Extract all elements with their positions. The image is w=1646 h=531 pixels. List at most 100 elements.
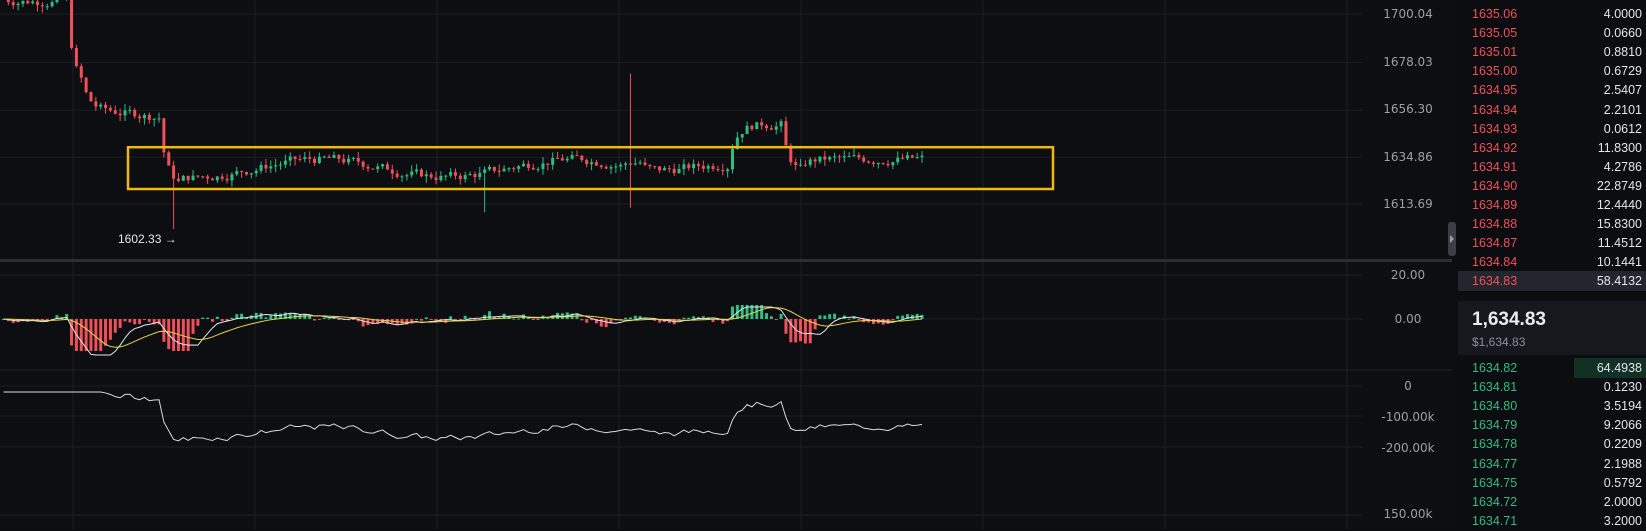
bid-quantity: 64.4938: [1596, 361, 1642, 375]
bid-row[interactable]: 1634.77 2.1988: [1458, 454, 1646, 474]
candle-body: [400, 176, 404, 178]
candle-body: [172, 165, 176, 179]
bid-row[interactable]: 1634.80 3.5194: [1458, 396, 1646, 416]
candle-body: [444, 175, 448, 177]
candle-body: [133, 109, 137, 117]
candle-body: [351, 157, 355, 159]
candle-body: [483, 169, 487, 173]
candle-body: [303, 157, 307, 160]
candle-body: [264, 164, 268, 169]
candle-body: [249, 173, 253, 175]
mid-price-panel: 1,634.83 $1,634.83: [1458, 301, 1646, 355]
candle-body: [468, 173, 472, 176]
candle-body: [604, 167, 608, 169]
ask-row[interactable]: 1635.05 0.0660: [1458, 23, 1646, 43]
bid-row[interactable]: 1634.79 9.2066: [1458, 415, 1646, 435]
candle-body: [575, 155, 579, 157]
ask-quantity: 2.2101: [1603, 102, 1642, 117]
candle-body: [317, 156, 321, 163]
candle-body: [594, 162, 598, 166]
candle-body: [619, 164, 623, 167]
bid-price: 1634.78: [1472, 437, 1518, 452]
candle-body: [492, 166, 496, 171]
candle-body: [774, 126, 778, 130]
candle-body: [453, 172, 457, 176]
candle-body: [50, 2, 54, 7]
candle-body: [867, 161, 871, 163]
macd-histogram-bar: [89, 319, 93, 351]
candle-body: [210, 178, 214, 181]
candle-body: [818, 156, 822, 162]
candle-body: [799, 164, 803, 166]
candle-body: [376, 166, 380, 170]
bid-row[interactable]: 1634.81 0.1230: [1458, 377, 1646, 397]
macd-histogram-bar: [181, 319, 185, 351]
ask-row[interactable]: 1634.91 4.2786: [1458, 157, 1646, 177]
candle-body: [366, 166, 370, 169]
ask-row[interactable]: 1635.06 4.0000: [1458, 4, 1646, 24]
ask-row[interactable]: 1634.88 15.8300: [1458, 214, 1646, 234]
signal-line: [3, 307, 923, 348]
macd-histogram-bar: [201, 317, 205, 319]
ask-row[interactable]: 1634.90 22.8749: [1458, 176, 1646, 196]
macd-histogram-bar: [828, 314, 832, 319]
candle-body: [449, 172, 453, 176]
ask-row[interactable]: 1634.87 11.4512: [1458, 233, 1646, 253]
chart-area[interactable]: 1700.04 1678.03 1656.30 1634.86 1613.69 …: [0, 0, 1452, 529]
candle-body: [871, 162, 875, 164]
candle-body: [731, 149, 734, 170]
bid-quantity: 0.5792: [1603, 475, 1642, 490]
bid-row[interactable]: 1634.75 0.5792: [1458, 473, 1646, 493]
macd-histogram-bar: [920, 314, 924, 319]
candle-body: [915, 157, 919, 159]
candle-body: [658, 166, 662, 171]
candle-body: [176, 178, 180, 181]
candle-body: [298, 159, 302, 161]
macd-histogram-bar: [147, 319, 151, 322]
candle-body: [167, 152, 171, 166]
candle-body: [687, 164, 691, 169]
macd-histogram-bar: [429, 319, 433, 320]
candle-body: [21, 0, 25, 4]
ask-row[interactable]: 1634.93 0.0612: [1458, 119, 1646, 139]
candle-body: [308, 157, 312, 159]
macd-histogram-bar: [259, 313, 263, 319]
candle-body: [497, 170, 501, 172]
ask-row[interactable]: 1634.95 2.5407: [1458, 80, 1646, 100]
ask-row[interactable]: 1634.94 2.2101: [1458, 100, 1646, 120]
bid-row[interactable]: 1634.78 0.2209: [1458, 434, 1646, 454]
collapse-panel-handle[interactable]: [1448, 222, 1456, 256]
bid-row[interactable]: 1634.72 2.0000: [1458, 492, 1646, 512]
macd-axis-label: 0.00: [1394, 312, 1422, 326]
ask-row[interactable]: 1634.83 58.4132: [1458, 271, 1646, 292]
ask-quantity: 12.4440: [1596, 198, 1642, 212]
candle-body: [434, 177, 438, 181]
candle-body: [536, 169, 540, 171]
order-book: 1635.06 4.0000 1635.05 0.0660 1635.01 0.8810 1…: [1458, 0, 1646, 529]
ask-quantity: 0.8810: [1603, 45, 1642, 60]
bid-quantity: 3.2000: [1603, 513, 1642, 528]
ask-row[interactable]: 1635.00 0.6729: [1458, 61, 1646, 81]
candle-body: [488, 166, 491, 170]
ask-row[interactable]: 1634.89 12.4440: [1458, 195, 1646, 215]
ask-row[interactable]: 1634.84 10.1441: [1458, 252, 1646, 272]
macd-histogram-bar: [546, 318, 550, 320]
candle-body: [269, 166, 273, 169]
ask-quantity: 0.6729: [1603, 64, 1642, 79]
price-chart-canvas[interactable]: [0, 0, 1452, 529]
ask-price: 1635.00: [1472, 64, 1518, 79]
candle-body: [740, 134, 744, 138]
candle-body: [147, 114, 151, 120]
candle-body: [755, 122, 759, 130]
macd-histogram-bar: [288, 313, 292, 319]
ask-row[interactable]: 1635.01 0.8810: [1458, 42, 1646, 62]
bid-row[interactable]: 1634.82 64.4938: [1458, 358, 1646, 378]
bid-row[interactable]: 1634.71 3.2000: [1458, 511, 1646, 531]
ask-row[interactable]: 1634.92 11.8300: [1458, 138, 1646, 158]
bid-price: 1634.80: [1472, 399, 1518, 414]
candle-body: [643, 162, 647, 165]
macd-histogram-bar: [692, 316, 696, 319]
candle-body: [565, 158, 569, 161]
candle-body: [283, 160, 287, 165]
candle-body: [779, 121, 783, 127]
